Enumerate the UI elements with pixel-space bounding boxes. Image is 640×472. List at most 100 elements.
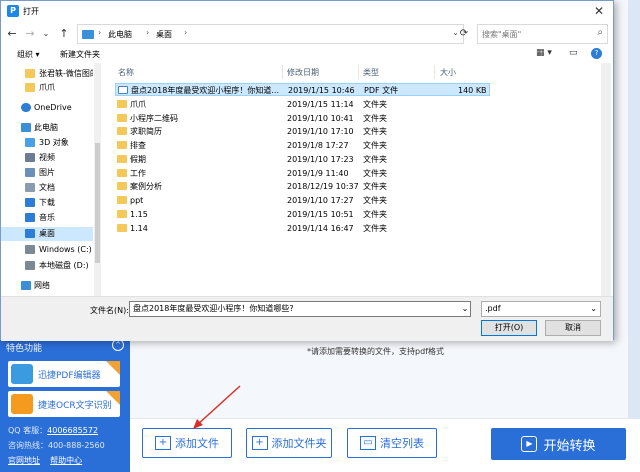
folder-icon	[117, 100, 127, 108]
nav-item-zhuazhua[interactable]: 爪爪	[1, 81, 93, 95]
folder-icon	[117, 169, 127, 177]
refresh-icon[interactable]: ⟳	[453, 24, 475, 44]
open-button[interactable]: 打开(O)	[481, 320, 537, 336]
nav-item-drive-c[interactable]: Windows (C:)	[1, 243, 93, 257]
column-divider[interactable]	[358, 65, 359, 79]
file-row[interactable]: 1.15 2019/1/15 10:51 文件夹	[115, 208, 490, 221]
nav-item-documents[interactable]: 文档	[1, 181, 93, 195]
qq-label: QQ 客服：	[8, 426, 48, 435]
column-header-name[interactable]: 名称	[118, 67, 134, 78]
filetype-value: .pdf	[485, 304, 501, 313]
add-folder-button[interactable]: + 添加文件夹	[246, 428, 332, 458]
file-size: 140 KB	[458, 86, 487, 95]
dialog-footer: 文件名(N): 盘点2018年度最受欢迎小程序！你知道哪些? ⌄ .pdf ⌄ …	[1, 296, 613, 341]
file-name: 小程序二维码	[130, 114, 178, 123]
file-list-scrollbar[interactable]	[601, 63, 611, 296]
nav-item-downloads[interactable]: 下载	[1, 196, 93, 210]
preview-pane-icon[interactable]: ▭	[569, 48, 578, 58]
nav-item-label: 文档	[39, 183, 55, 192]
view-options-icon[interactable]: ▦ ▾	[536, 48, 552, 58]
column-header-size[interactable]: 大小	[440, 67, 456, 78]
file-row[interactable]: 小程序二维码 2019/1/10 10:41 文件夹	[115, 112, 490, 125]
file-row[interactable]: ppt 2019/1/10 17:27 文件夹	[115, 194, 490, 207]
video-icon	[25, 153, 35, 162]
filename-label: 文件名(N):	[90, 306, 129, 315]
up-arrow-icon[interactable]: ↑	[57, 26, 71, 42]
file-type: 文件夹	[363, 224, 387, 233]
file-row[interactable]: 案例分析 2018/12/19 10:37 文件夹	[115, 180, 490, 193]
add-folder-label: 添加文件夹	[271, 437, 327, 450]
nav-item-desktop[interactable]: 桌面	[1, 227, 93, 241]
help-icon[interactable]: ?	[591, 48, 602, 59]
search-input[interactable]: 搜索"桌面" ⌕	[477, 24, 608, 44]
official-site-link[interactable]: 官网地址	[8, 456, 40, 465]
feature-sidebar: 特色功能 ^ 迅捷PDF编辑器 捷速OCR文字识别 QQ 客服：40066855…	[0, 335, 130, 472]
recent-locations-icon[interactable]: ⌄	[39, 26, 53, 42]
feature-pdf-editor[interactable]: 迅捷PDF编辑器	[8, 361, 120, 387]
file-row[interactable]: 求职简历 2019/1/10 17:10 文件夹	[115, 125, 490, 138]
links-row: 官网地址 帮助中心	[8, 455, 82, 466]
cube-icon	[25, 138, 35, 147]
red-arrow-icon	[193, 385, 241, 429]
computer-icon	[21, 123, 31, 132]
file-row[interactable]: 假期 2019/1/10 17:23 文件夹	[115, 153, 490, 166]
file-type: 文件夹	[363, 210, 387, 219]
new-folder-button[interactable]: 新建文件夹	[60, 49, 100, 60]
address-bar[interactable]: › 此电脑 › 桌面 › ⌄	[77, 24, 464, 44]
column-divider[interactable]	[434, 65, 435, 79]
nav-item-label: 网络	[34, 281, 50, 290]
nav-item-zhang-folder[interactable]: 张君轶-微信图的	[1, 67, 93, 81]
help-center-link[interactable]: 帮助中心	[50, 456, 82, 465]
dialog-toolbar: 组织 ▾ 新建文件夹 ▦ ▾ ▭ ?	[1, 47, 613, 63]
navigation-bar: ← → ⌄ ↑ › 此电脑 › 桌面 › ⌄ ⟳ 搜索"桌面" ⌕	[1, 21, 613, 47]
file-name: 假期	[130, 155, 146, 164]
nav-item-music[interactable]: 音乐	[1, 211, 93, 225]
picture-icon	[25, 168, 35, 177]
nav-item-label: 音乐	[39, 213, 55, 222]
forward-arrow-icon[interactable]: →	[23, 26, 37, 42]
breadcrumb-desktop[interactable]: 桌面	[156, 29, 172, 40]
clear-list-button[interactable]: ▭ 清空列表	[347, 428, 437, 458]
file-row[interactable]: 盘点2018年度最受欢迎小程序！你知道... 2019/1/15 10:46 P…	[115, 83, 490, 96]
nav-item-label: 张君轶-微信图的	[39, 69, 93, 78]
file-type: 文件夹	[363, 114, 387, 123]
organize-button[interactable]: 组织 ▾	[17, 49, 40, 60]
file-row[interactable]: 排查 2019/1/8 17:27 文件夹	[115, 139, 490, 152]
cloud-icon	[21, 103, 31, 112]
chevron-down-icon: ⌄	[590, 304, 597, 313]
file-name: 工作	[130, 169, 146, 178]
cancel-button[interactable]: 取消	[545, 320, 601, 336]
file-type: 文件夹	[363, 169, 387, 178]
nav-item-this-pc[interactable]: 此电脑	[1, 121, 93, 135]
filename-dropdown-icon[interactable]: ⌄	[459, 301, 471, 317]
nav-item-onedrive[interactable]: OneDrive	[1, 101, 93, 115]
nav-item-label: OneDrive	[34, 103, 72, 112]
file-date: 2019/1/9 11:40	[287, 169, 349, 178]
feature-ocr[interactable]: 捷速OCR文字识别	[8, 391, 120, 417]
filename-field[interactable]: 盘点2018年度最受欢迎小程序！你知道哪些?	[129, 301, 471, 317]
nav-item-3d-objects[interactable]: 3D 对象	[1, 136, 93, 150]
pdf-file-icon	[118, 86, 128, 94]
upload-hint: *请添加需要转换的文件，支持pdf格式	[307, 347, 444, 356]
nav-item-network[interactable]: 网络	[1, 279, 93, 293]
qq-link[interactable]: 4006685572	[47, 426, 98, 435]
filetype-select[interactable]: .pdf ⌄	[481, 301, 601, 317]
nav-item-videos[interactable]: 视频	[1, 151, 93, 165]
close-icon[interactable]: ✕	[591, 3, 607, 19]
breadcrumb-this-pc[interactable]: 此电脑	[108, 29, 132, 40]
scrollbar-thumb[interactable]	[95, 143, 100, 263]
back-arrow-icon[interactable]: ←	[5, 26, 19, 42]
file-row[interactable]: 1.14 2019/1/14 16:47 文件夹	[115, 222, 490, 235]
file-date: 2019/1/15 11:14	[287, 100, 354, 109]
search-icon: ⌕	[597, 27, 603, 38]
column-header-date[interactable]: 修改日期	[287, 67, 319, 78]
file-row[interactable]: 工作 2019/1/9 11:40 文件夹	[115, 167, 490, 180]
start-convert-button[interactable]: ▶ 开始转换	[491, 428, 626, 460]
file-row[interactable]: 爪爪 2019/1/15 11:14 文件夹	[115, 98, 490, 111]
column-header-type[interactable]: 类型	[363, 67, 379, 78]
column-divider[interactable]	[282, 65, 283, 79]
nav-item-pictures[interactable]: 图片	[1, 166, 93, 180]
navigation-scrollbar[interactable]	[94, 63, 101, 296]
music-icon	[25, 213, 35, 222]
nav-item-drive-d[interactable]: 本地磁盘 (D:)	[1, 259, 93, 273]
